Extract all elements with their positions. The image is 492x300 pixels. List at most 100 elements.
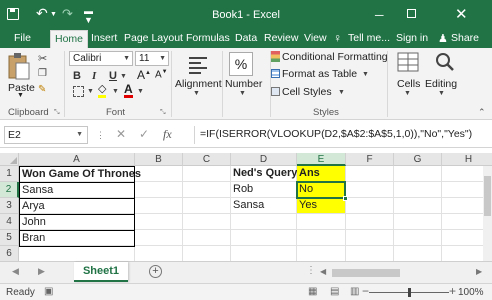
insert-function-icon[interactable]: fx (163, 127, 172, 142)
cut-icon[interactable]: ✂ (38, 52, 47, 65)
tab-view[interactable]: View (300, 30, 331, 48)
page-break-view-icon[interactable]: ▥ (350, 286, 359, 297)
horizontal-scroll-thumb[interactable] (332, 269, 400, 277)
font-size-combo[interactable]: 11 ▼ (135, 51, 169, 66)
title-bar: ↶ ▼ ↷ ▬ ▼ Book1 - Excel ─ ✕ (0, 0, 492, 30)
number-label: Number (225, 78, 263, 90)
bold-button[interactable]: B (73, 70, 81, 82)
close-button[interactable]: ✕ (455, 5, 468, 23)
font-launcher-icon[interactable]: ⤡ (160, 109, 166, 117)
column-header-c[interactable]: C (183, 153, 231, 166)
conditional-formatting-button[interactable]: Conditional Formatting (282, 51, 388, 63)
number-format-button[interactable]: % (229, 52, 253, 76)
cell-a3[interactable]: Arya (19, 198, 135, 215)
page-layout-view-icon[interactable]: ▤ (330, 286, 339, 297)
sheet-tab-sheet1[interactable]: Sheet1 (74, 262, 128, 282)
cell-d2[interactable]: Rob (231, 182, 297, 198)
horizontal-scrollbar[interactable]: ◀ ▶ (318, 267, 482, 278)
cell-a2[interactable]: Sansa (19, 182, 135, 199)
scroll-right-icon[interactable]: ▶ (38, 266, 45, 277)
scroll-left-icon[interactable]: ◀ (12, 266, 19, 277)
italic-button[interactable]: I (92, 70, 96, 82)
minimize-button[interactable]: ─ (375, 8, 384, 22)
tab-insert[interactable]: Insert (87, 30, 121, 48)
cancel-icon[interactable]: ✕ (116, 127, 126, 141)
format-painter-icon[interactable]: ✎ (38, 84, 46, 95)
font-grow-icon[interactable]: A▲ (137, 68, 151, 82)
borders-icon[interactable] (73, 86, 84, 97)
separator (222, 51, 223, 117)
scroll-right-arrow-icon[interactable]: ▶ (476, 267, 482, 276)
underline-dropdown-icon[interactable]: ▼ (120, 73, 127, 80)
cell-a5[interactable]: Bran (19, 230, 135, 247)
borders-dropdown-icon[interactable]: ▼ (87, 88, 94, 95)
macro-record-icon[interactable]: ▣ (44, 286, 53, 297)
format-as-table-button[interactable]: Format as Table (282, 68, 357, 80)
scroll-left-arrow-icon[interactable]: ◀ (320, 267, 326, 276)
cell-e1[interactable]: Ans (297, 166, 346, 182)
tab-data[interactable]: Data (231, 30, 261, 48)
cell-d3[interactable]: Sansa (231, 198, 297, 214)
cell-a1[interactable]: Won Game Of Thrones (19, 166, 141, 183)
column-header-a[interactable]: A (19, 153, 135, 166)
separator (171, 51, 172, 117)
row-header-2[interactable]: 2 (0, 182, 19, 198)
row-header-5[interactable]: 5 (0, 230, 19, 246)
enter-icon[interactable]: ✓ (139, 127, 149, 141)
row-header-6[interactable]: 6 (0, 246, 19, 261)
underline-button[interactable]: U (109, 70, 117, 82)
zoom-slider-thumb[interactable] (408, 288, 411, 297)
clipboard-launcher-icon[interactable]: ⤡ (54, 109, 60, 117)
column-header-b[interactable]: B (135, 153, 183, 166)
lightbulb-icon: ♀ (333, 31, 342, 45)
select-all-button[interactable] (0, 153, 19, 166)
zoom-in-button[interactable]: + (449, 284, 456, 298)
zoom-level[interactable]: 100% (458, 287, 484, 298)
fill-handle[interactable] (343, 196, 348, 201)
normal-view-icon[interactable]: ▦ (308, 286, 317, 297)
column-header-f[interactable]: F (346, 153, 394, 166)
font-color-icon[interactable]: A (124, 83, 133, 98)
tab-formulas[interactable]: Formulas (182, 30, 234, 48)
vertical-scrollbar[interactable] (483, 166, 492, 261)
cell-e3[interactable]: Yes (297, 198, 346, 214)
name-box[interactable]: E2 ▼ (4, 126, 88, 144)
column-header-h[interactable]: H (442, 153, 492, 166)
cell-d1[interactable]: Ned's Query (231, 166, 297, 182)
column-header-d[interactable]: D (231, 153, 297, 166)
row-header-1[interactable]: 1 (0, 166, 19, 182)
column-header-g[interactable]: G (394, 153, 442, 166)
column-header-e[interactable]: E (297, 153, 346, 166)
font-color-dropdown-icon[interactable]: ▼ (137, 88, 144, 95)
tab-review[interactable]: Review (260, 30, 302, 48)
chevron-down-icon: ▼ (338, 89, 345, 96)
tab-page-layout[interactable]: Page Layout (120, 30, 187, 48)
cell-a4[interactable]: John (19, 214, 135, 231)
collapse-ribbon-icon[interactable]: ⌃ (478, 107, 486, 118)
tab-file[interactable]: File (2, 30, 43, 48)
tell-me-search[interactable]: Tell me... (344, 30, 394, 48)
restore-button[interactable] (407, 9, 416, 18)
font-group-label: Font (106, 107, 126, 118)
font-name-combo[interactable]: Calibri ▼ (69, 51, 133, 66)
cell-styles-button[interactable]: Cell Styles (282, 86, 332, 98)
zoom-out-button[interactable]: − (362, 284, 369, 298)
tab-home[interactable]: Home (50, 30, 89, 48)
fill-color-icon[interactable]: ◇ (98, 84, 107, 98)
vertical-scroll-thumb[interactable] (484, 176, 491, 216)
formula-input[interactable]: =IF(ISERROR(VLOOKUP(D2,$A$2:$A$5,1,0)),"… (194, 126, 492, 144)
add-sheet-icon[interactable]: + (149, 265, 162, 278)
format-as-table-icon (271, 69, 280, 78)
font-shrink-icon[interactable]: A▼ (155, 69, 168, 80)
font-name-value: Calibri (73, 53, 102, 64)
share-button[interactable]: Share (447, 30, 483, 48)
editing-button[interactable] (430, 51, 460, 99)
row-header-4[interactable]: 4 (0, 214, 19, 230)
formula-bar-grip-icon[interactable]: ⋮ (96, 130, 105, 141)
row-header-3[interactable]: 3 (0, 198, 19, 214)
paste-button[interactable]: Paste ▼ (6, 52, 35, 100)
sign-in-link[interactable]: Sign in (392, 30, 432, 48)
copy-icon[interactable]: ❐ (38, 68, 47, 79)
tab-split-icon[interactable]: ⋮ (306, 265, 316, 276)
fill-color-dropdown-icon[interactable]: ▼ (112, 88, 119, 95)
